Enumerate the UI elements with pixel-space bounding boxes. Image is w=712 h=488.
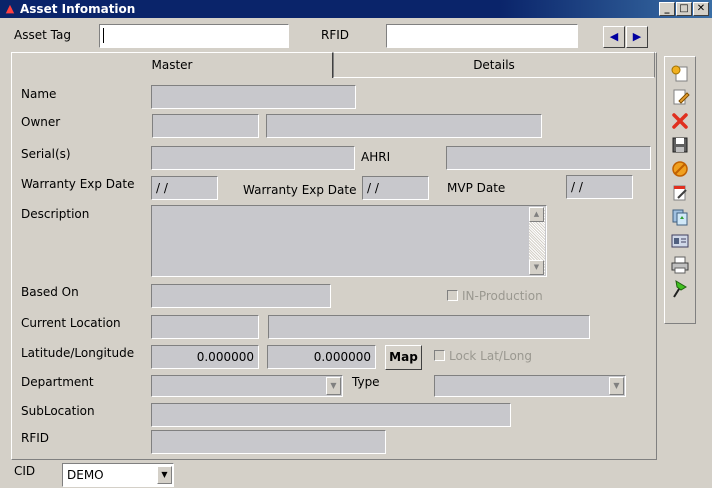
pin-icon[interactable] xyxy=(669,279,691,301)
sublocation-field[interactable] xyxy=(151,403,511,427)
arrow-right-icon: ▶ xyxy=(632,30,642,43)
tab-details[interactable]: Details xyxy=(333,52,655,78)
latitude-field[interactable]: 0.000000 xyxy=(151,345,259,369)
in-production-checkbox[interactable] xyxy=(447,290,458,301)
print-icon[interactable] xyxy=(669,255,691,277)
arrow-left-icon: ◀ xyxy=(609,30,619,43)
department-dropdown-icon[interactable]: ▼ xyxy=(326,377,341,395)
serials-field[interactable] xyxy=(151,146,355,170)
description-textarea[interactable] xyxy=(151,205,547,277)
type-dropdown-icon[interactable]: ▼ xyxy=(609,377,624,395)
cid-dropdown-icon[interactable]: ▼ xyxy=(157,466,172,484)
description-label: Description xyxy=(21,207,90,221)
edit-icon[interactable] xyxy=(669,87,691,109)
lock-lat-long-checkbox[interactable] xyxy=(434,350,445,361)
based-on-label: Based On xyxy=(21,285,79,299)
map-button[interactable]: Map xyxy=(385,345,422,370)
app-icon: ▲ xyxy=(5,2,15,15)
rfid-label: RFID xyxy=(21,431,50,445)
asset-tag-label: Asset Tag xyxy=(14,28,71,42)
based-on-field[interactable] xyxy=(151,284,331,308)
in-production-label: IN-Production xyxy=(462,289,543,303)
longitude-field[interactable]: 0.000000 xyxy=(267,345,376,369)
name-label: Name xyxy=(21,87,57,101)
owner-name-field[interactable] xyxy=(266,114,542,138)
lock-lat-long-label: Lock Lat/Long xyxy=(449,349,533,363)
asset-tag-input[interactable] xyxy=(99,24,289,48)
warranty-exp-date-2-field[interactable]: / / xyxy=(362,176,429,200)
current-location-name-field[interactable] xyxy=(268,315,590,339)
window-title: Asset Infomation xyxy=(20,2,136,16)
rfid-top-input[interactable] xyxy=(386,24,578,48)
rfid-field[interactable] xyxy=(151,430,386,454)
mvp-date-field[interactable]: / / xyxy=(566,175,633,199)
record-toolbar xyxy=(664,56,696,324)
rfid-top-label: RFID xyxy=(321,28,350,42)
minimize-button[interactable]: _ xyxy=(659,2,675,16)
current-location-label: Current Location xyxy=(21,316,121,330)
type-label: Type xyxy=(352,375,380,389)
owner-code-field[interactable] xyxy=(152,114,259,138)
notes-icon[interactable] xyxy=(669,183,691,205)
title-bar: ▲ Asset Infomation _ □ ✕ xyxy=(0,0,712,18)
description-scrollbar[interactable]: ▲ ▼ xyxy=(529,207,545,275)
copy-icon[interactable] xyxy=(669,207,691,229)
mvp-date-label: MVP Date xyxy=(447,181,506,195)
close-button[interactable]: ✕ xyxy=(693,2,709,16)
serials-label: Serial(s) xyxy=(21,147,71,161)
cid-label: CID xyxy=(14,464,36,478)
warranty-exp-date-2-label: Warranty Exp Date xyxy=(243,183,357,197)
save-icon[interactable] xyxy=(669,135,691,157)
scroll-down-icon[interactable]: ▼ xyxy=(529,260,544,275)
owner-label: Owner xyxy=(21,115,61,129)
department-select[interactable] xyxy=(151,375,343,397)
next-record-button[interactable]: ▶ xyxy=(626,26,648,48)
warranty-exp-date-field[interactable]: / / xyxy=(151,176,218,200)
current-location-code-field[interactable] xyxy=(151,315,259,339)
new-record-icon[interactable] xyxy=(669,63,691,85)
delete-icon[interactable] xyxy=(669,111,691,133)
type-select[interactable] xyxy=(434,375,626,397)
prev-record-button[interactable]: ◀ xyxy=(603,26,625,48)
ahri-label: AHRI xyxy=(361,150,391,164)
ahri-field[interactable] xyxy=(446,146,651,170)
department-label: Department xyxy=(21,375,94,389)
sublocation-label: SubLocation xyxy=(21,404,95,418)
card-icon[interactable] xyxy=(669,231,691,253)
tab-master[interactable]: Master xyxy=(11,52,333,78)
scroll-up-icon[interactable]: ▲ xyxy=(529,207,544,222)
latitude-longitude-label: Latitude/Longitude xyxy=(21,346,135,360)
maximize-button[interactable]: □ xyxy=(676,2,692,16)
name-field[interactable] xyxy=(151,85,356,109)
text-caret xyxy=(103,28,104,43)
cancel-icon[interactable] xyxy=(669,159,691,181)
warranty-exp-date-label: Warranty Exp Date xyxy=(21,177,135,191)
